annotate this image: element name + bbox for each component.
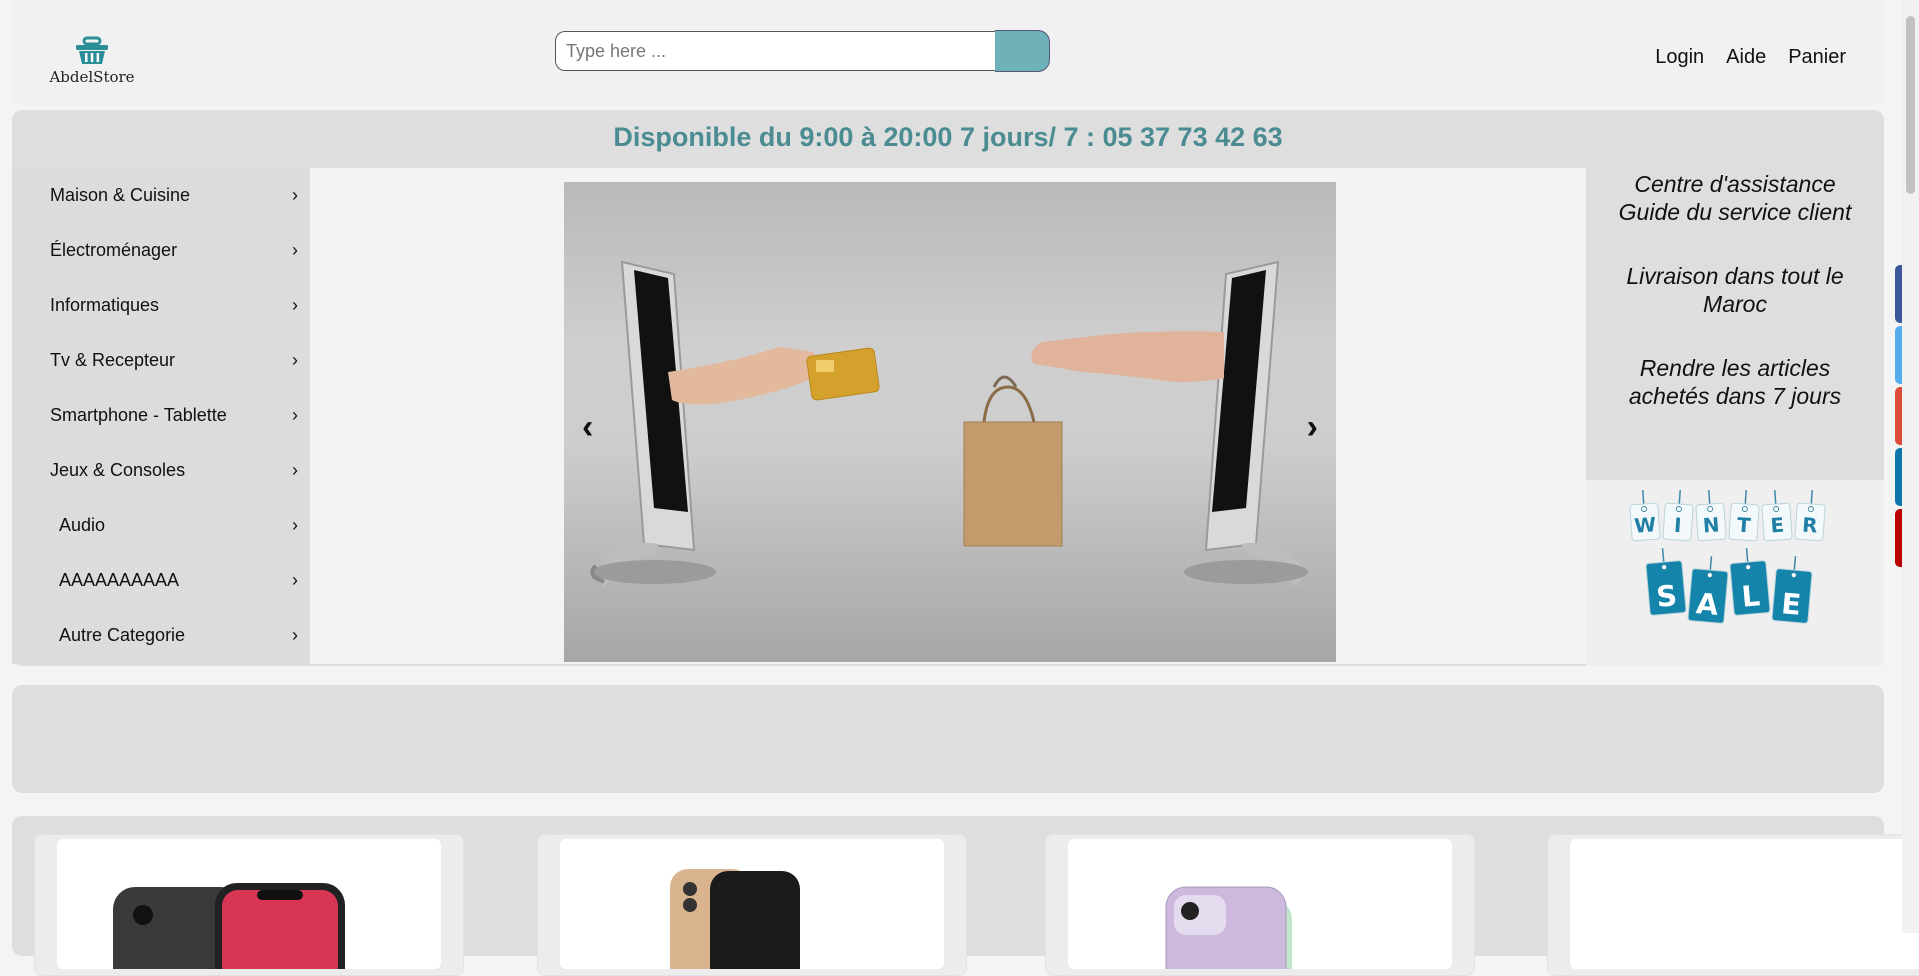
info-delivery: Livraison dans tout le Maroc xyxy=(1626,263,1844,317)
sidebar-item-label: Jeux & Consoles xyxy=(50,460,186,480)
svg-text:R: R xyxy=(1801,513,1818,537)
page-scrollbar[interactable] xyxy=(1902,0,1919,933)
svg-text:S: S xyxy=(1655,578,1678,614)
carousel-slide: ‹ › xyxy=(564,182,1336,662)
chevron-right-icon: › xyxy=(292,350,298,370)
svg-text:A: A xyxy=(1695,586,1720,622)
right-monitor-illustration xyxy=(1184,260,1308,587)
svg-text:N: N xyxy=(1702,513,1720,537)
product-image-frame xyxy=(1570,839,1919,969)
product-image-frame xyxy=(1068,839,1452,969)
svg-text:T: T xyxy=(1736,514,1752,538)
sidebar-item-audio[interactable]: Audio › xyxy=(12,498,310,553)
carousel-prev-button[interactable]: ‹ xyxy=(582,410,593,444)
sale-tag-top: N xyxy=(1695,490,1727,542)
svg-text:E: E xyxy=(1770,514,1785,538)
phone-product-image xyxy=(1165,886,1292,969)
chevron-right-icon: › xyxy=(292,570,298,590)
sale-tag-top: T xyxy=(1728,490,1760,542)
sidebar-item-label: Audio xyxy=(59,515,106,535)
info-guide[interactable]: Guide du service client xyxy=(1586,198,1884,226)
phone-product-image xyxy=(113,883,345,969)
winter-sale-banner[interactable]: WINTER SALE xyxy=(1586,480,1884,666)
svg-text:W: W xyxy=(1634,513,1658,537)
product-image-frame xyxy=(57,839,441,969)
sidebar-item-label: Tv & Recepteur xyxy=(50,350,176,370)
svg-text:E: E xyxy=(1780,586,1802,622)
sidebar-item-tv-recepteur[interactable]: Tv & Recepteur › xyxy=(12,333,310,388)
sale-tag-bottom: A xyxy=(1687,556,1729,624)
info-returns: Rendre les articles achetés dans 7 jours xyxy=(1628,355,1842,409)
product-card[interactable] xyxy=(1045,834,1475,976)
sale-tag-top: I xyxy=(1662,490,1694,542)
nav-cart[interactable]: Panier xyxy=(1788,46,1846,69)
chevron-right-icon: › xyxy=(292,295,298,315)
sidebar-item-label: Autre Categorie xyxy=(59,625,186,645)
chevron-right-icon: › xyxy=(292,625,298,645)
sidebar-item-electromenager[interactable]: Électroménager › xyxy=(12,223,310,278)
carousel-next-button[interactable]: › xyxy=(1307,410,1318,444)
category-sidebar: Maison & Cuisine › Électroménager › Info… xyxy=(12,168,310,664)
top-bar: AbdelStore Login Aide Panier xyxy=(12,0,1884,106)
sidebar-item-aaaaaaaaaa[interactable]: AAAAAAAAAA › xyxy=(12,553,310,608)
ecommerce-hero-image xyxy=(590,260,1308,587)
brand-name: AbdelStore xyxy=(49,68,135,86)
nav-login[interactable]: Login xyxy=(1655,46,1704,69)
hand-with-card-illustration xyxy=(668,347,880,405)
logo[interactable]: AbdelStore xyxy=(42,36,142,86)
search-bar xyxy=(555,30,1063,75)
sidebar-item-label: Smartphone - Tablette xyxy=(50,405,227,425)
sale-tag-top: E xyxy=(1761,490,1793,542)
top-nav: Login Aide Panier xyxy=(1655,46,1846,69)
chevron-right-icon: › xyxy=(292,240,298,260)
availability-banner: Disponible du 9:00 à 20:00 7 jours/ 7 : … xyxy=(613,122,1283,152)
search-button[interactable] xyxy=(995,30,1050,72)
service-info-panel: Centre d'assistance Guide du service cli… xyxy=(1586,168,1884,666)
sale-tag-bottom: L xyxy=(1729,548,1771,616)
carousel-area: ‹ › xyxy=(310,168,1586,664)
nav-help[interactable]: Aide xyxy=(1726,46,1766,69)
sidebar-item-label: AAAAAAAAAA xyxy=(59,570,180,590)
product-card[interactable] xyxy=(537,834,967,976)
service-info: Centre d'assistance Guide du service cli… xyxy=(1586,168,1884,410)
sidebar-item-label: Informatiques xyxy=(50,295,160,315)
chevron-right-icon: › xyxy=(292,460,298,480)
sidebar-item-informatiques[interactable]: Informatiques › xyxy=(12,278,310,333)
left-monitor-illustration xyxy=(590,260,716,587)
sidebar-item-smartphone-tablette[interactable]: Smartphone - Tablette › xyxy=(12,388,310,443)
sidebar-item-maison-cuisine[interactable]: Maison & Cuisine › xyxy=(12,168,310,223)
info-assistance[interactable]: Centre d'assistance xyxy=(1586,170,1884,198)
basket-icon xyxy=(76,36,108,64)
chevron-right-icon: › xyxy=(292,515,298,535)
chevron-right-icon: › xyxy=(292,185,298,205)
hand-with-bag-illustration xyxy=(963,331,1224,547)
promo-strip xyxy=(12,685,1884,793)
phone-product-image xyxy=(670,869,800,969)
search-input[interactable] xyxy=(555,31,995,71)
product-card[interactable] xyxy=(34,834,464,976)
chevron-right-icon: › xyxy=(292,405,298,425)
main-panel: Disponible du 9:00 à 20:00 7 jours/ 7 : … xyxy=(12,110,1884,666)
winter-sale-image: WINTER SALE xyxy=(1629,490,1826,624)
sale-tag-bottom: E xyxy=(1771,556,1813,624)
sale-tag-bottom: S xyxy=(1645,548,1687,616)
sale-tag-top: W xyxy=(1629,490,1661,542)
products-section xyxy=(12,816,1919,976)
sidebar-item-autre-categorie[interactable]: Autre Categorie › xyxy=(12,608,310,663)
sale-tag-top: R xyxy=(1794,490,1826,542)
scrollbar-thumb[interactable] xyxy=(1906,16,1915,194)
product-image-frame xyxy=(560,839,944,969)
product-card[interactable] xyxy=(1547,834,1919,976)
sidebar-item-label: Électroménager xyxy=(50,240,178,260)
sidebar-item-jeux-consoles[interactable]: Jeux & Consoles › xyxy=(12,443,310,498)
svg-text:L: L xyxy=(1740,578,1761,613)
sidebar-item-label: Maison & Cuisine xyxy=(50,185,191,205)
